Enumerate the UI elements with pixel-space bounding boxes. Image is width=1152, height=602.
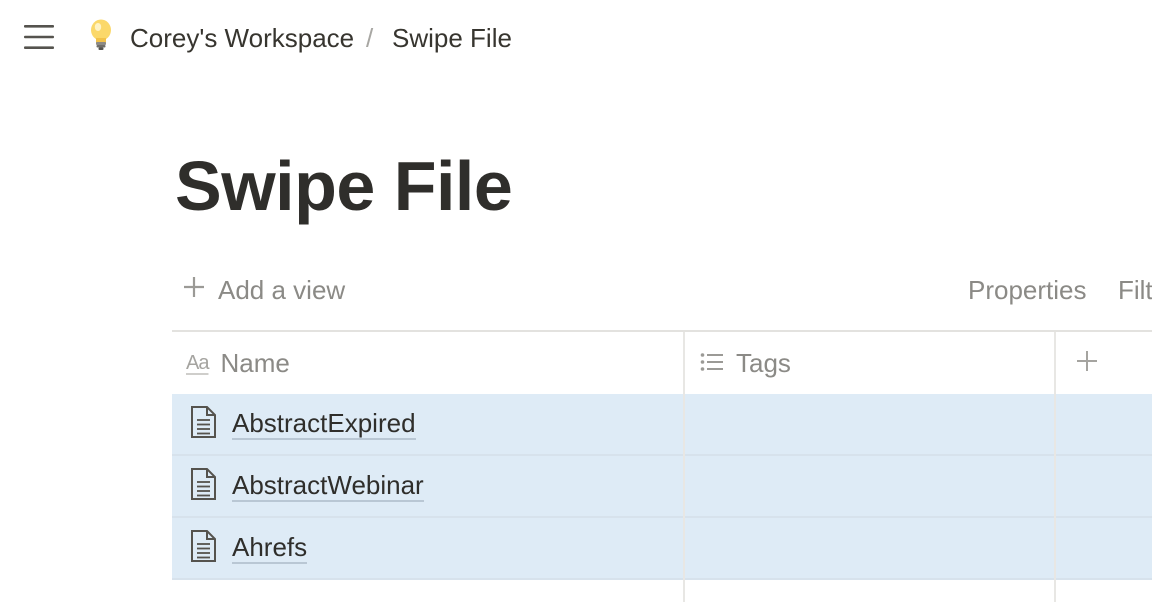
table-row[interactable]: AbstractWebinar [172, 456, 1152, 518]
column-header-name[interactable]: Aa Name [186, 332, 290, 394]
properties-button[interactable]: Properties [968, 266, 1087, 314]
top-bar: Corey's Workspace / Swipe File [0, 0, 1152, 76]
table-header-row: Aa Name Tags [172, 332, 1152, 396]
database-table: Aa Name Tags AbstractExpired AbstractWeb… [172, 330, 1152, 602]
name-cell[interactable]: AbstractWebinar [188, 456, 424, 516]
list-icon [700, 348, 724, 379]
view-bar: Add a view Properties Filt [172, 266, 1152, 314]
name-cell[interactable]: Ahrefs [188, 518, 308, 578]
column-header-tags[interactable]: Tags [700, 332, 791, 394]
column-divider [683, 332, 685, 602]
lightbulb-icon [86, 18, 116, 59]
row-title[interactable]: AbstractExpired [232, 408, 416, 440]
column-header-tags-label: Tags [736, 347, 791, 378]
plus-icon [182, 275, 206, 306]
name-cell[interactable]: AbstractExpired [188, 394, 416, 454]
document-icon [188, 467, 218, 506]
breadcrumb-separator: / [366, 22, 374, 53]
breadcrumb-page[interactable]: Swipe File [392, 16, 512, 60]
table-row[interactable]: Ahrefs [172, 518, 1152, 580]
add-view-label: Add a view [218, 274, 346, 305]
add-column-button[interactable] [1072, 332, 1102, 394]
hamburger-menu-icon[interactable] [18, 18, 60, 56]
tags-cell[interactable] [685, 394, 1055, 454]
document-icon [188, 529, 218, 568]
document-icon [188, 405, 218, 444]
breadcrumb-workspace[interactable]: Corey's Workspace [86, 16, 354, 60]
tags-cell[interactable] [685, 456, 1055, 516]
row-title[interactable]: Ahrefs [232, 532, 308, 564]
table-row[interactable]: AbstractExpired [172, 394, 1152, 456]
column-header-name-label: Name [220, 347, 290, 378]
page-title[interactable]: Swipe File [175, 146, 513, 226]
text-property-icon: Aa [186, 351, 209, 374]
row-title[interactable]: AbstractWebinar [232, 470, 424, 502]
filter-button[interactable]: Filt [1118, 266, 1152, 314]
add-view-button[interactable]: Add a view [182, 266, 345, 314]
plus-icon [1076, 348, 1098, 379]
column-divider [1054, 332, 1056, 602]
breadcrumb-workspace-label: Corey's Workspace [130, 22, 355, 53]
tags-cell[interactable] [685, 518, 1055, 578]
